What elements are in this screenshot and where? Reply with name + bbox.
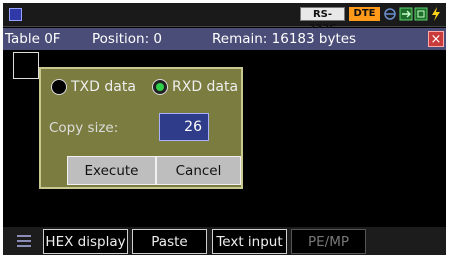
status-bar: RS-232C DTE <box>3 3 446 34</box>
copy-size-label: Copy size: <box>49 120 119 136</box>
hex-display-button[interactable]: HEX display <box>43 229 128 254</box>
power-icon <box>432 7 440 21</box>
copy-size-input[interactable]: 26 <box>159 113 209 141</box>
storage-icon <box>414 7 428 21</box>
cancel-button[interactable]: Cancel <box>156 156 241 185</box>
text-input-button[interactable]: Text input <box>212 229 287 254</box>
pe-mp-button: PE/MP <box>291 229 366 254</box>
paste-button[interactable]: Paste <box>132 229 207 254</box>
position-label: Position: 0 <box>92 31 162 47</box>
device-screen: RS-232C DTE Table 0F Position: 0 Remain:… <box>3 3 446 255</box>
mode-badge: DTE <box>349 7 380 21</box>
execute-button[interactable]: Execute <box>67 156 156 185</box>
trigger-icon <box>399 7 413 21</box>
radio-txd[interactable]: TXD data <box>51 77 136 97</box>
radio-rxd-indicator <box>152 79 168 95</box>
table-label: Table 0F <box>5 31 61 47</box>
menu-icon[interactable] <box>17 235 31 247</box>
stop-icon[interactable] <box>9 8 22 21</box>
radio-rxd[interactable]: RXD data <box>152 77 238 97</box>
interface-badge: RS-232C <box>300 7 345 34</box>
radio-rxd-label: RXD data <box>172 79 239 95</box>
bottom-toolbar: HEX display Paste Text input PE/MP <box>3 227 446 255</box>
copy-dialog: TXD data RXD data Copy size: 26 Execute … <box>39 67 243 189</box>
remain-label: Remain: 16183 bytes <box>212 31 357 47</box>
info-bar: Table 0F Position: 0 Remain: 16183 bytes… <box>3 28 446 50</box>
radio-txd-label: TXD data <box>71 79 136 95</box>
connection-icon <box>384 8 396 20</box>
radio-txd-indicator <box>51 79 67 95</box>
close-button[interactable]: × <box>428 31 444 47</box>
data-cursor[interactable] <box>13 52 39 79</box>
